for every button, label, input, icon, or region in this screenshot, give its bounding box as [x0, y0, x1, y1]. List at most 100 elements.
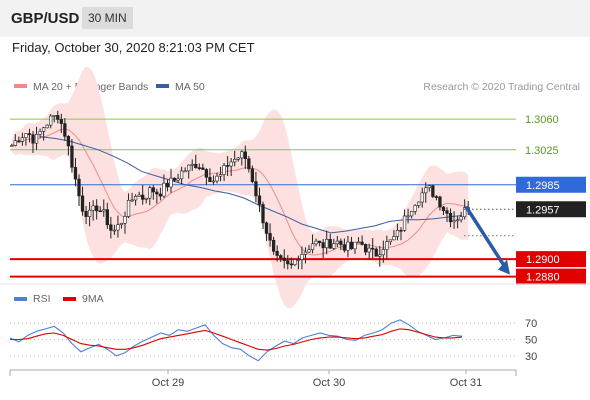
- time-tick-label-Oct-30: Oct 30: [313, 377, 345, 389]
- candle-body: [438, 196, 442, 208]
- level-label-1.3060: 1.3060: [525, 114, 559, 126]
- candle-body: [392, 236, 396, 241]
- candle-body: [137, 194, 141, 197]
- candle-body: [116, 224, 120, 231]
- candle-body: [197, 167, 201, 169]
- candle-body: [335, 240, 339, 245]
- candle-body: [126, 200, 131, 217]
- candle-body: [431, 185, 435, 197]
- candle-body: [91, 205, 95, 211]
- candle-body: [34, 134, 39, 144]
- candle-body: [250, 168, 255, 182]
- candle-body: [45, 124, 49, 129]
- candle-body: [399, 229, 403, 232]
- candle-body: [413, 205, 417, 212]
- rsi-line: [9, 319, 463, 362]
- candle-body: [162, 182, 166, 197]
- candle-body: [339, 240, 343, 245]
- legend-label-rsi: RSI: [33, 293, 51, 305]
- candle-body: [240, 151, 244, 159]
- candle-body: [356, 241, 361, 244]
- candle-body: [172, 177, 177, 181]
- candle-body: [261, 204, 265, 224]
- candle-body: [363, 244, 368, 253]
- candle-body: [427, 185, 431, 189]
- candle-body: [215, 175, 219, 182]
- candle-body: [417, 201, 421, 206]
- candle-body: [218, 174, 223, 177]
- candle-body: [360, 241, 364, 245]
- candle-body: [286, 260, 290, 265]
- legend-swatch-rsi-ma: [63, 297, 76, 301]
- candle-body: [328, 239, 332, 249]
- candle-body: [303, 251, 308, 255]
- candle-body: [208, 176, 212, 183]
- candle-body: [420, 192, 424, 203]
- candle-body: [84, 211, 88, 217]
- rsi-panel: 70 50 30: [9, 318, 537, 363]
- level-label-1.3025: 1.3025: [525, 145, 559, 157]
- candle-body: [183, 170, 187, 173]
- candle-body: [169, 177, 173, 188]
- candle-body: [367, 247, 371, 253]
- candle-body: [448, 213, 453, 223]
- candle-body: [80, 195, 85, 212]
- legend-label-ma50: MA 50: [175, 81, 205, 93]
- candle-body: [371, 247, 375, 250]
- candle-body: [194, 163, 198, 168]
- candle-body: [158, 193, 163, 197]
- candle-body: [56, 115, 60, 120]
- candle-body: [243, 151, 247, 160]
- candle-body: [190, 163, 194, 166]
- candle-body: [374, 248, 378, 257]
- candle-body: [70, 145, 74, 168]
- candle-body: [409, 210, 414, 217]
- candle-body: [95, 205, 99, 212]
- candle-body: [445, 210, 449, 214]
- legend-swatch-rsi: [14, 297, 27, 301]
- candle-body: [247, 158, 251, 170]
- candle-body: [293, 259, 297, 265]
- candle-body: [381, 249, 385, 256]
- legend-swatch-bb: [14, 84, 27, 88]
- candle-body: [441, 206, 446, 211]
- candle-body: [424, 187, 428, 194]
- time-tick-label-Oct-29: Oct 29: [152, 377, 184, 389]
- candle-body: [321, 242, 325, 249]
- candle-body: [300, 254, 304, 260]
- candle-body: [155, 191, 159, 195]
- candle-body: [27, 133, 32, 135]
- candle-body: [201, 167, 205, 170]
- candle-body: [268, 233, 272, 241]
- candle-body: [165, 182, 170, 188]
- candle-body: [66, 136, 71, 147]
- level-label-1.2985: 1.2985: [526, 180, 560, 192]
- candle-body: [296, 259, 301, 261]
- candle-body: [204, 169, 209, 178]
- legend-label-rsi-ma: 9MA: [82, 293, 104, 305]
- candle-body: [49, 115, 53, 126]
- candle-body: [342, 244, 347, 251]
- candle-body: [176, 178, 180, 181]
- candle-body: [141, 194, 145, 200]
- rsi-tick-50: 50: [525, 335, 537, 347]
- candle-body: [102, 209, 106, 212]
- candle-body: [257, 195, 262, 205]
- level-label-1.2900: 1.2900: [526, 254, 560, 266]
- rsi-tick-30: 30: [525, 351, 537, 363]
- candle-body: [229, 161, 233, 167]
- candle-body: [87, 209, 92, 217]
- candle-body: [346, 241, 350, 251]
- chart-canvas: MA 20 + Bollinger Bands MA 50 Research ©…: [0, 66, 590, 389]
- candle-body: [395, 229, 400, 237]
- candle-body: [211, 180, 216, 183]
- candle-body: [112, 229, 117, 232]
- candle-body: [254, 181, 258, 197]
- candle-body: [236, 157, 240, 160]
- candle-body: [133, 196, 138, 201]
- candle-body: [38, 131, 42, 135]
- candle-body: [24, 133, 28, 138]
- time-tick-label-Oct-31: Oct 31: [450, 377, 482, 389]
- rsi-tick-70: 70: [525, 318, 537, 330]
- candle-body: [52, 115, 56, 117]
